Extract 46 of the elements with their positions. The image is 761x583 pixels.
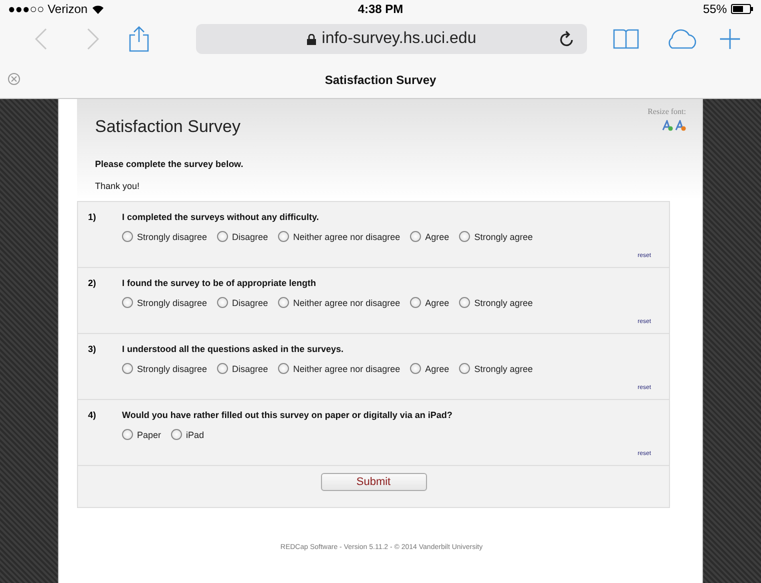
radio-option[interactable]: Strongly agree [459, 363, 533, 374]
question-text: I completed the surveys without any difficulty. [122, 212, 320, 222]
wifi-icon [92, 4, 104, 14]
radio-option[interactable]: Neither agree nor disagree [278, 297, 400, 308]
lock-icon [306, 34, 316, 44]
question-text: I found the survey to be of appropriate length [122, 278, 318, 288]
radio-option[interactable]: Neither agree nor disagree [278, 231, 400, 242]
radio-option[interactable]: Agree [410, 231, 450, 242]
clock-time: 4:38 PM [358, 2, 404, 16]
radio-option[interactable]: Strongly disagree [122, 297, 208, 308]
radio-option[interactable]: Disagree [217, 231, 268, 242]
url-text: info-survey.hs.uci.edu [322, 30, 476, 48]
share-button[interactable] [129, 26, 149, 52]
font-increase-icon[interactable] [662, 120, 673, 131]
close-icon[interactable] [8, 73, 20, 85]
tab-title: Satisfaction Survey [324, 73, 436, 87]
bookmarks-button[interactable] [613, 28, 639, 50]
question-number: 3) [88, 344, 98, 356]
thanks-text: Thank you! [95, 181, 141, 191]
survey-title: Satisfaction Survey [95, 117, 241, 137]
submit-button[interactable]: Submit [320, 473, 426, 491]
question-number: 2) [88, 278, 98, 290]
question-number: 4) [88, 410, 98, 422]
question-text: Would you have rather filled out this survey on paper or digitally via an iPad? [122, 410, 452, 420]
radio-option[interactable]: Disagree [217, 363, 268, 374]
radio-option[interactable]: Agree [410, 297, 450, 308]
address-bar[interactable]: info-survey.hs.uci.edu [196, 24, 587, 54]
radio-option[interactable]: Agree [410, 363, 450, 374]
resize-font-label: Resize font: [648, 107, 686, 116]
radio-option[interactable]: Strongly agree [459, 297, 533, 308]
question-text: I understood all the questions asked in the surveys. [122, 344, 345, 354]
battery-percent: 55% [702, 2, 727, 16]
battery-icon [730, 4, 753, 14]
radio-option[interactable]: Strongly disagree [122, 231, 208, 242]
radio-option[interactable]: Disagree [217, 297, 268, 308]
radio-option[interactable]: Neither agree nor disagree [278, 363, 400, 374]
radio-option[interactable]: Strongly agree [459, 231, 533, 242]
carrier-text: ●●●○○ Verizon [8, 2, 88, 16]
font-decrease-icon[interactable] [675, 120, 686, 131]
reload-icon[interactable] [559, 30, 575, 48]
intro-text: Please complete the survey below. [95, 159, 244, 169]
radio-option[interactable]: Paper [122, 429, 162, 440]
radio-option[interactable]: Strongly disagree [122, 363, 208, 374]
radio-option[interactable]: iPad [171, 429, 204, 440]
question-number: 1) [88, 212, 98, 224]
new-tab-button[interactable] [719, 28, 741, 50]
